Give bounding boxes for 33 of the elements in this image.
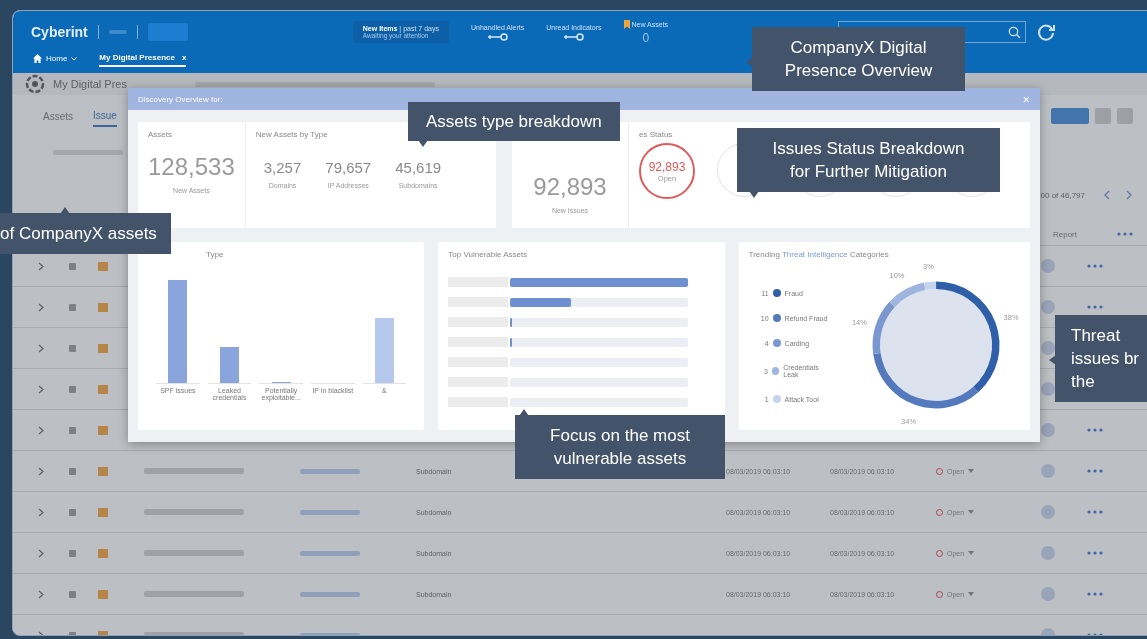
page-tab[interactable]: Issue <box>93 105 117 127</box>
stat-value: 79,657 <box>325 159 372 176</box>
data-label: 3% <box>922 261 934 271</box>
callout-tooltip: CompanyX Digital Presence Overview <box>752 27 965 91</box>
callout-tooltip: Threat issues br the <box>1055 315 1147 402</box>
close-button[interactable]: × <box>1022 91 1030 107</box>
card-title: Assets <box>148 130 172 139</box>
callout-tooltip: Focus on the most vulnerable assets <box>515 415 725 479</box>
column-header: Report <box>1053 229 1077 239</box>
stat-value: 128,533 <box>148 153 235 181</box>
card-title: es Status <box>639 130 673 139</box>
page-title: My Digital Pres <box>53 78 127 90</box>
card-title: Trending Threat Intelligence Categories <box>748 250 889 259</box>
card-title: Type <box>206 250 224 259</box>
page-tab[interactable]: Assets <box>43 106 73 126</box>
callout-tooltip: of CompanyX assets <box>0 213 171 254</box>
data-label: 10% <box>889 271 905 281</box>
card-title: New Assets by Type <box>255 130 328 139</box>
callout-tooltip: Assets type breakdown <box>408 102 620 141</box>
pagination-text: 00 of 46,797 <box>1040 190 1085 200</box>
card-title: Top Vulnerable Assets <box>448 250 528 259</box>
dialog-title: Discovery Overview for: <box>138 94 223 104</box>
counter-value: 0 <box>642 30 650 45</box>
stat-value: 45,619 <box>395 159 442 176</box>
nav-tab[interactable]: My Digital Presence x <box>99 53 187 67</box>
stat-value: 3,257 <box>263 159 302 176</box>
data-label: 38% <box>1003 313 1019 322</box>
nav-tab[interactable]: Home <box>33 53 78 67</box>
stat-value: 92,893 <box>533 172 607 201</box>
callout-tooltip: Issues Status Breakdown for Further Mitigation <box>737 128 1000 192</box>
logo: Cyberint <box>31 24 88 40</box>
data-label: 34% <box>901 417 916 427</box>
data-label: 14% <box>851 317 867 327</box>
